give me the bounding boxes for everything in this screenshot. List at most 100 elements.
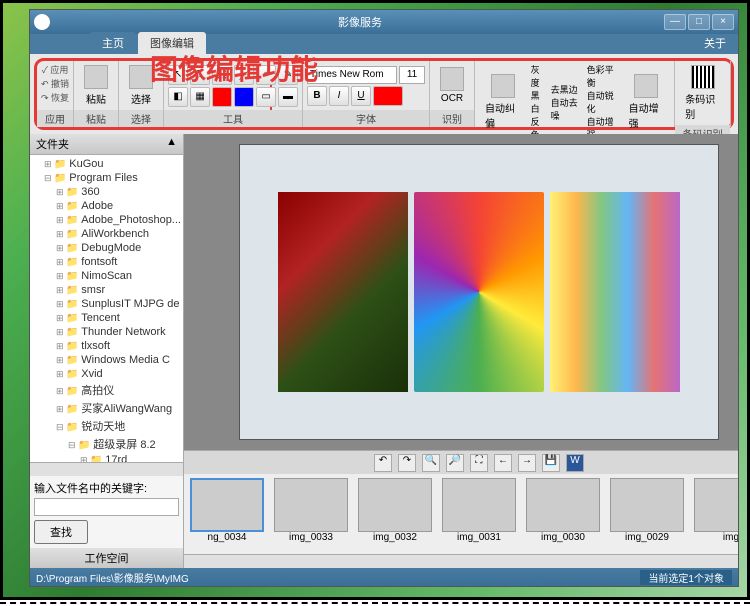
balance-button[interactable]: 色彩平衡	[587, 63, 619, 89]
undo-button[interactable]: ↶ 撤销	[41, 77, 69, 90]
deskew-icon	[491, 74, 515, 98]
font-family-select[interactable]	[307, 66, 397, 84]
prev-button[interactable]: ←	[494, 454, 512, 472]
tree-item[interactable]: 锐动天地	[44, 417, 181, 435]
thumbnail-item[interactable]: ng_0034	[188, 478, 266, 550]
workspace-header[interactable]: 工作空间	[30, 548, 183, 568]
menu-about[interactable]: 关于	[692, 32, 738, 54]
tab-home[interactable]: 主页	[90, 32, 136, 54]
thumb-scrollbar[interactable]	[184, 554, 738, 568]
apply-button[interactable]: ✓ 应用	[42, 63, 69, 76]
tree-item[interactable]: fontsoft	[44, 255, 181, 269]
tree-item[interactable]: AliWorkbench	[44, 227, 181, 241]
underline-button[interactable]: U	[351, 86, 371, 106]
bold-button[interactable]: B	[307, 86, 327, 106]
tree-item[interactable]: tlxsoft	[44, 339, 181, 353]
ribbon-group-recognize: OCR 识别	[430, 61, 475, 127]
thumbnail-item[interactable]: img	[692, 478, 738, 550]
tree-item[interactable]: Adobe	[44, 199, 181, 213]
color1-tool[interactable]	[212, 87, 232, 107]
search-input[interactable]	[34, 498, 179, 516]
page-divider	[0, 602, 750, 604]
app-window: 影像服务 — □ × 主页 图像编辑 关于 图像编辑功能 ✓ 应用 ↶ 撤销 ↷…	[29, 9, 739, 587]
annotation-label: 图像编辑功能	[150, 48, 318, 88]
despeckle-button[interactable]: 自动去噪	[551, 96, 583, 122]
export-word-button[interactable]: W	[566, 454, 584, 472]
deblack-button[interactable]: 去黑边	[551, 83, 583, 96]
rotate-left-button[interactable]: ↶	[374, 454, 392, 472]
tree-item[interactable]: smsr	[44, 283, 181, 297]
sidebar: 文件夹 ▲ KuGouProgram Files360AdobeAdobe_Ph…	[30, 134, 184, 568]
tree-scrollbar[interactable]	[30, 462, 183, 476]
menubar: 主页 图像编辑 关于	[30, 34, 738, 54]
bw-button[interactable]: 黑白	[531, 89, 547, 115]
maximize-button[interactable]: □	[688, 14, 710, 30]
zoom-in-button[interactable]: 🔍	[422, 454, 440, 472]
tree-item[interactable]: Windows Media C	[44, 353, 181, 367]
thumbnail-item[interactable]: img_0029	[608, 478, 686, 550]
app-logo-icon	[34, 14, 50, 30]
thumbnail-image	[610, 478, 684, 532]
tree-item[interactable]: 买家AliWangWang	[44, 399, 181, 417]
tree-item[interactable]: SunplusIT MJPG de	[44, 297, 181, 311]
fill-tool[interactable]: ▦	[190, 87, 210, 107]
redo-button[interactable]: ↷ 恢复	[41, 91, 69, 104]
thumbnail-label: img	[723, 532, 738, 543]
group-label-apply: 应用	[37, 110, 73, 127]
rect-tool[interactable]: ▭	[256, 87, 276, 107]
ocr-button[interactable]: OCR	[434, 65, 470, 106]
tree-item[interactable]: Adobe_Photoshop...	[44, 213, 181, 227]
paste-button[interactable]: 粘贴	[78, 63, 114, 108]
barcode-button[interactable]: 条码识别	[679, 63, 726, 123]
rotate-right-button[interactable]: ↷	[398, 454, 416, 472]
thumbnail-image	[274, 478, 348, 532]
tree-item[interactable]: Thunder Network	[44, 325, 181, 339]
save-button[interactable]: 💾	[542, 454, 560, 472]
tree-item[interactable]: 超级录屏 8.2	[44, 435, 181, 453]
auto-enhance2-button[interactable]: 自动增强	[623, 72, 671, 132]
tree-item[interactable]: Program Files	[44, 171, 181, 185]
eraser-tool[interactable]: ◧	[168, 87, 188, 107]
folder-tree[interactable]: KuGouProgram Files360AdobeAdobe_Photosho…	[30, 155, 183, 462]
thumbnail-item[interactable]: img_0030	[524, 478, 602, 550]
highlight-tool[interactable]: ▬	[278, 87, 298, 107]
ribbon: ✓ 应用 ↶ 撤销 ↷ 恢复 应用 粘贴 粘贴	[34, 58, 734, 130]
tree-item[interactable]: 高拍仪	[44, 381, 181, 399]
tree-item[interactable]: 360	[44, 185, 181, 199]
search-button[interactable]: 查找	[34, 520, 88, 544]
ribbon-group-apply: ✓ 应用 ↶ 撤销 ↷ 恢复 应用	[37, 61, 74, 127]
fit-button[interactable]: ⛶	[470, 454, 488, 472]
thumbnail-item[interactable]: img_0033	[272, 478, 350, 550]
minimize-button[interactable]: —	[664, 14, 686, 30]
thumbnail-item[interactable]: img_0031	[440, 478, 518, 550]
sidebar-header: 文件夹 ▲	[30, 134, 183, 155]
sharpen-button[interactable]: 自动锐化	[587, 89, 619, 115]
clipboard-icon	[84, 65, 108, 89]
ribbon-group-barcode: 条码识别 条码识别	[675, 61, 731, 127]
font-color-button[interactable]	[373, 86, 403, 106]
zoom-out-button[interactable]: 🔎	[446, 454, 464, 472]
font-size-select[interactable]	[399, 66, 425, 84]
next-button[interactable]: →	[518, 454, 536, 472]
tree-item[interactable]: NimoScan	[44, 269, 181, 283]
window-title: 影像服务	[56, 14, 664, 30]
tree-item[interactable]: Xvid	[44, 367, 181, 381]
auto-deskew-button[interactable]: 自动纠偏	[479, 72, 527, 132]
gray-button[interactable]: 灰度	[531, 63, 547, 89]
group-label-paste: 粘贴	[74, 110, 118, 127]
tree-item[interactable]: Tencent	[44, 311, 181, 325]
tree-item[interactable]: KuGou	[44, 157, 181, 171]
italic-button[interactable]: I	[329, 86, 349, 106]
thumbnail-label: img_0030	[541, 532, 585, 543]
image-canvas[interactable]	[184, 134, 738, 450]
body: 文件夹 ▲ KuGouProgram Files360AdobeAdobe_Ph…	[30, 134, 738, 568]
group-label-recog: 识别	[430, 110, 474, 127]
barcode-icon	[691, 65, 715, 89]
thumbnail-item[interactable]: img_0032	[356, 478, 434, 550]
ribbon-group-autoprocess: 自动纠偏 灰度 黑白 反色 去黑边 自动去噪 色彩平衡 自动锐化	[475, 61, 675, 127]
tree-item[interactable]: DebugMode	[44, 241, 181, 255]
thumbnail-strip[interactable]: ng_0034img_0033img_0032img_0031 img_0030 i…	[184, 474, 738, 554]
color2-tool[interactable]	[234, 87, 254, 107]
close-button[interactable]: ×	[712, 14, 734, 30]
tree-item[interactable]: 17rd	[44, 453, 181, 462]
